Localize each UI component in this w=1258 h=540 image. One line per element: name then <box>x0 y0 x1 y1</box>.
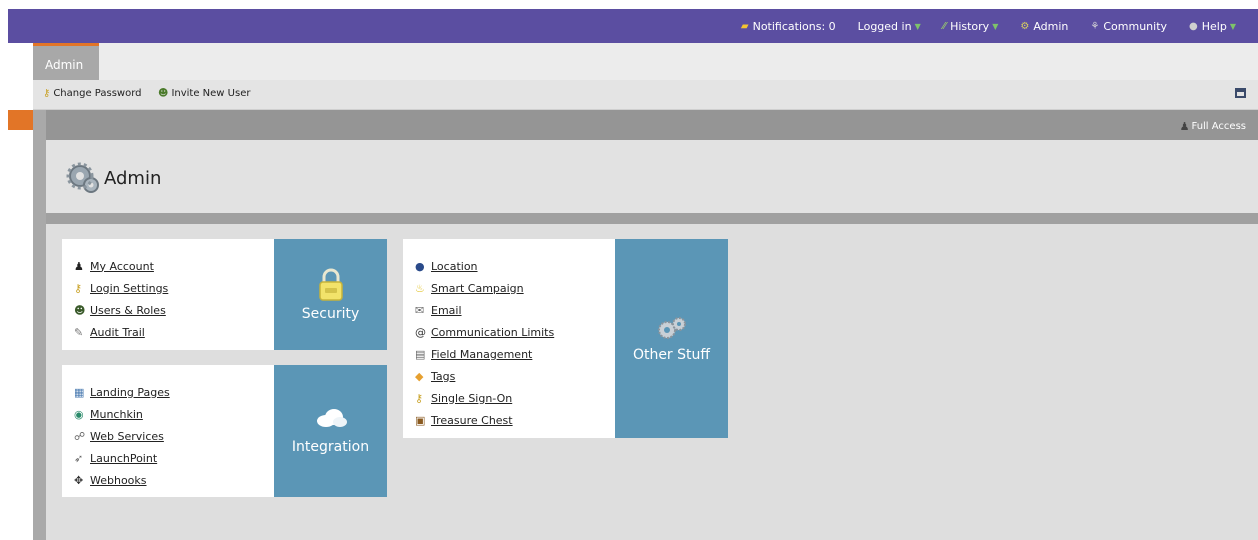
logged-in-menu[interactable]: Logged in ▼ <box>858 20 921 33</box>
link-landing-pages[interactable]: ▦ Landing Pages <box>74 381 170 403</box>
change-password-button[interactable]: ⚷ Change Password <box>43 88 142 99</box>
treasure-chest-icon: ▣ <box>415 413 426 427</box>
webhooks-icon: ✥ <box>74 473 84 487</box>
munchkin-icon: ◉ <box>74 407 84 421</box>
other-stuff-card: ● Location ♨ Smart Campaign ✉ Email @ Co… <box>403 239 615 438</box>
help-icon: ● <box>1189 20 1198 32</box>
link-webhooks[interactable]: ✥ Webhooks <box>74 469 170 491</box>
rocket-icon: ➶ <box>74 451 84 465</box>
at-sign-icon: @ <box>415 325 426 339</box>
link-communication-limits[interactable]: @ Communication Limits <box>415 321 554 343</box>
link-munchkin[interactable]: ◉ Munchkin <box>74 403 170 425</box>
globe-icon: ● <box>415 259 425 273</box>
email-icon: ✉ <box>415 303 425 317</box>
link-email[interactable]: ✉ Email <box>415 299 554 321</box>
link-smart-campaign[interactable]: ♨ Smart Campaign <box>415 277 554 299</box>
other-stuff-links: ● Location ♨ Smart Campaign ✉ Email @ Co… <box>415 255 554 431</box>
tab-admin[interactable]: Admin <box>33 43 99 80</box>
chevron-down-icon: ▼ <box>1229 21 1236 31</box>
key-icon: ⚷ <box>415 391 424 405</box>
orange-accent <box>8 110 33 130</box>
integration-tile[interactable]: Integration <box>274 365 387 497</box>
add-user-icon: ☻ <box>158 88 169 99</box>
link-tags[interactable]: ◆ Tags <box>415 365 554 387</box>
security-tile[interactable]: Security <box>274 239 387 350</box>
full-access-indicator: ♟ Full Access <box>1180 120 1246 133</box>
other-stuff-tile[interactable]: Other Stuff <box>615 239 728 438</box>
gears-icon <box>657 316 686 339</box>
person-icon: ♟ <box>74 259 84 273</box>
tag-icon: ◆ <box>415 369 424 383</box>
integration-links: ▦ Landing Pages ◉ Munchkin ☍ Web Service… <box>74 381 170 491</box>
top-nav-bar: ▰ Notifications: 0 Logged in ▼ ⁄⁄ Histor… <box>8 9 1258 43</box>
invite-user-label: Invite New User <box>171 88 251 99</box>
audit-icon: ✎ <box>74 325 84 339</box>
restore-window-icon[interactable] <box>1235 88 1246 98</box>
community-icon: ⚘ <box>1090 20 1100 32</box>
page-title: Admin <box>104 168 162 189</box>
other-stuff-title: Other Stuff <box>632 346 711 363</box>
web-services-icon: ☍ <box>74 429 86 443</box>
invite-user-button[interactable]: ☻ Invite New User <box>158 88 250 99</box>
link-login-settings[interactable]: ⚷ Login Settings <box>74 277 168 299</box>
users-icon: ☻ <box>74 303 86 317</box>
field-management-icon: ▤ <box>415 347 426 361</box>
link-single-sign-on[interactable]: ⚷ Single Sign-On <box>415 387 554 409</box>
toolbar: ⚷ Change Password ☻ Invite New User <box>33 80 1258 110</box>
link-launchpoint[interactable]: ➶ LaunchPoint <box>74 447 170 469</box>
key-icon: ⚷ <box>43 88 51 99</box>
community-label: Community <box>1103 19 1168 33</box>
left-gutter <box>33 110 46 540</box>
security-title: Security <box>301 305 360 322</box>
full-access-label: Full Access <box>1191 121 1246 132</box>
admin-label: Admin <box>1033 19 1069 33</box>
link-web-services[interactable]: ☍ Web Services <box>74 425 170 447</box>
gears-icon <box>66 162 99 193</box>
lightbulb-icon: ♨ <box>415 281 425 295</box>
link-location[interactable]: ● Location <box>415 255 554 277</box>
chevron-down-icon: ▼ <box>914 21 921 31</box>
link-my-account[interactable]: ♟ My Account <box>74 255 168 277</box>
link-field-management[interactable]: ▤ Field Management <box>415 343 554 365</box>
chevron-down-icon: ▼ <box>992 21 999 31</box>
help-label: Help <box>1201 19 1227 33</box>
integration-card: ▦ Landing Pages ◉ Munchkin ☍ Web Service… <box>62 365 274 497</box>
link-audit-trail[interactable]: ✎ Audit Trail <box>74 321 168 343</box>
history-label: History <box>950 19 990 33</box>
security-card: ♟ My Account ⚷ Login Settings ☻ Users & … <box>62 239 274 350</box>
top-nav: ▰ Notifications: 0 Logged in ▼ ⁄⁄ Histor… <box>741 9 1258 43</box>
security-links: ♟ My Account ⚷ Login Settings ☻ Users & … <box>74 255 168 343</box>
community-link[interactable]: ⚘ Community <box>1090 20 1167 33</box>
access-banner: ♟ Full Access <box>46 110 1258 140</box>
notifications-label: Notifications: 0 <box>752 19 836 33</box>
tab-strip: Admin <box>33 43 1258 80</box>
page-header: Admin <box>46 140 1258 224</box>
link-treasure-chest[interactable]: ▣ Treasure Chest <box>415 409 554 431</box>
admin-link[interactable]: ⚙ Admin <box>1020 20 1068 33</box>
help-menu[interactable]: ● Help ▼ <box>1189 20 1236 33</box>
user-icon: ♟ <box>1179 120 1190 133</box>
history-icon: ⁄⁄ <box>942 20 947 32</box>
cloud-icon <box>316 409 347 427</box>
logged-in-label: Logged in <box>857 19 912 33</box>
link-users-roles[interactable]: ☻ Users & Roles <box>74 299 168 321</box>
history-menu[interactable]: ⁄⁄ History ▼ <box>943 20 999 33</box>
lock-icon <box>318 268 343 301</box>
change-password-label: Change Password <box>53 88 142 99</box>
integration-title: Integration <box>291 439 370 455</box>
gear-icon: ⚙ <box>1020 20 1030 32</box>
keys-icon: ⚷ <box>74 281 83 295</box>
landing-page-icon: ▦ <box>74 385 85 399</box>
admin-main: ♟ My Account ⚷ Login Settings ☻ Users & … <box>46 224 1258 540</box>
notification-icon: ▰ <box>740 20 749 32</box>
notifications-link[interactable]: ▰ Notifications: 0 <box>741 20 836 33</box>
